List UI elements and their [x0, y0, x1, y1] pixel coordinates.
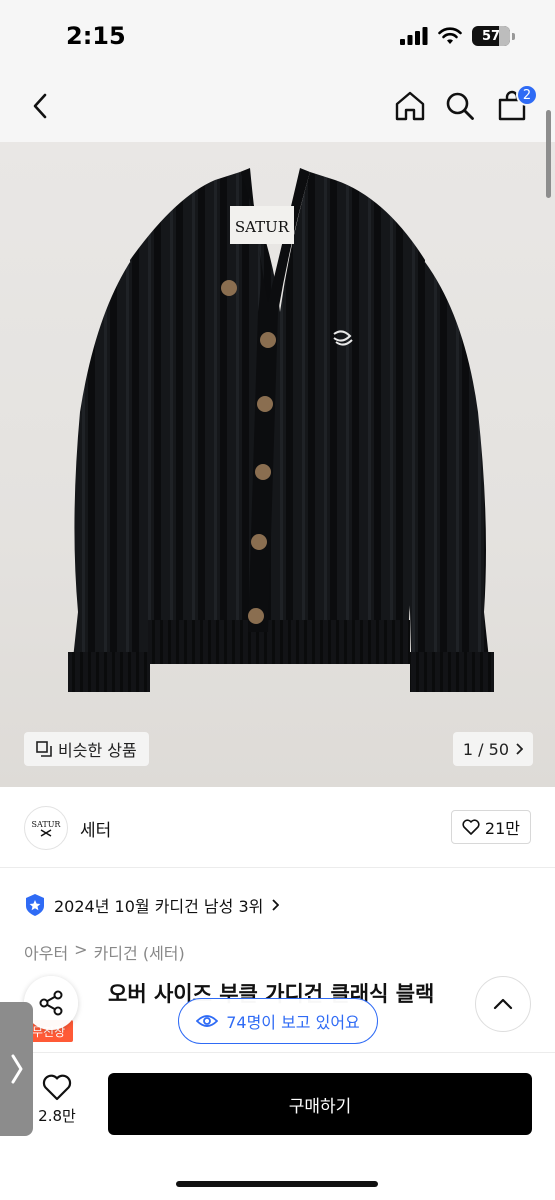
star-badge-icon: [26, 894, 44, 916]
bottom-action-bar: 2.8만 구매하기: [0, 1052, 555, 1200]
store-like-button[interactable]: 21만: [450, 810, 531, 844]
eye-icon: [196, 1015, 219, 1027]
store-name[interactable]: 세터: [80, 816, 111, 841]
wishlist-count: 2.8만: [38, 1107, 76, 1125]
battery-level: 57: [481, 28, 501, 44]
chevron-right-icon: [516, 743, 523, 755]
store-logo[interactable]: SATUR: [24, 806, 68, 850]
home-button[interactable]: [388, 84, 432, 128]
status-bar: 2:15 57: [0, 0, 555, 74]
brand-mark-icon: [40, 828, 52, 837]
scrollbar[interactable]: [546, 110, 551, 198]
chevron-up-icon: [493, 998, 513, 1010]
scroll-to-top-button[interactable]: [475, 976, 531, 1032]
ranking-text: 2024년 10월 카디건 남성 3위: [54, 897, 264, 916]
heart-icon: [462, 819, 480, 835]
viewers-text: 74명이 보고 있어요: [226, 1013, 360, 1032]
chevron-right-icon: [11, 1054, 22, 1084]
store-logo-text: SATUR: [31, 819, 61, 829]
cart-button[interactable]: 2: [490, 84, 538, 128]
ranking-link[interactable]: 2024년 10월 카디건 남성 3위: [24, 890, 280, 920]
similar-products-button[interactable]: 비슷한 상품: [24, 732, 149, 766]
viewers-indicator: 74명이 보고 있어요: [178, 998, 378, 1044]
heart-icon: [42, 1074, 72, 1101]
product-image-carousel[interactable]: SATUR 비슷한 상품 1 / 50: [0, 142, 555, 787]
brand-neck-label: SATUR: [235, 218, 290, 236]
search-icon: [446, 92, 474, 120]
nav-bar: 2: [0, 74, 555, 142]
image-counter-text: 1 / 50: [462, 739, 509, 759]
home-indicator: [176, 1181, 378, 1187]
copy-squares-icon: [36, 741, 52, 757]
status-time: 2:15: [66, 22, 126, 50]
side-panel-handle[interactable]: [0, 1002, 33, 1136]
chevron-left-icon: [33, 93, 47, 119]
store-like-count: 21만: [484, 819, 520, 838]
home-icon: [395, 91, 425, 121]
breadcrumb-separator: >: [74, 940, 88, 959]
back-button[interactable]: [18, 84, 62, 128]
breadcrumb-level2[interactable]: 카디건 (세터): [94, 940, 185, 964]
similar-products-label: 비슷한 상품: [58, 741, 137, 760]
search-button[interactable]: [438, 84, 482, 128]
breadcrumb: 아우터 > 카디건 (세터): [24, 940, 185, 964]
battery-icon: 57: [472, 26, 510, 46]
cart-count-badge: 2: [516, 84, 538, 106]
cardigan-photo: SATUR: [68, 168, 494, 692]
buy-button[interactable]: 구매하기: [108, 1073, 532, 1135]
store-row[interactable]: SATUR 세터 21만: [0, 798, 555, 868]
image-counter[interactable]: 1 / 50: [452, 732, 533, 766]
breadcrumb-level1[interactable]: 아우터: [24, 940, 68, 964]
signal-icon: [400, 27, 428, 45]
share-icon: [39, 990, 63, 1016]
status-icons: 57: [400, 26, 515, 46]
wishlist-button[interactable]: 2.8만: [32, 1073, 82, 1126]
wifi-icon: [438, 27, 462, 44]
chevron-right-icon: [272, 899, 280, 911]
